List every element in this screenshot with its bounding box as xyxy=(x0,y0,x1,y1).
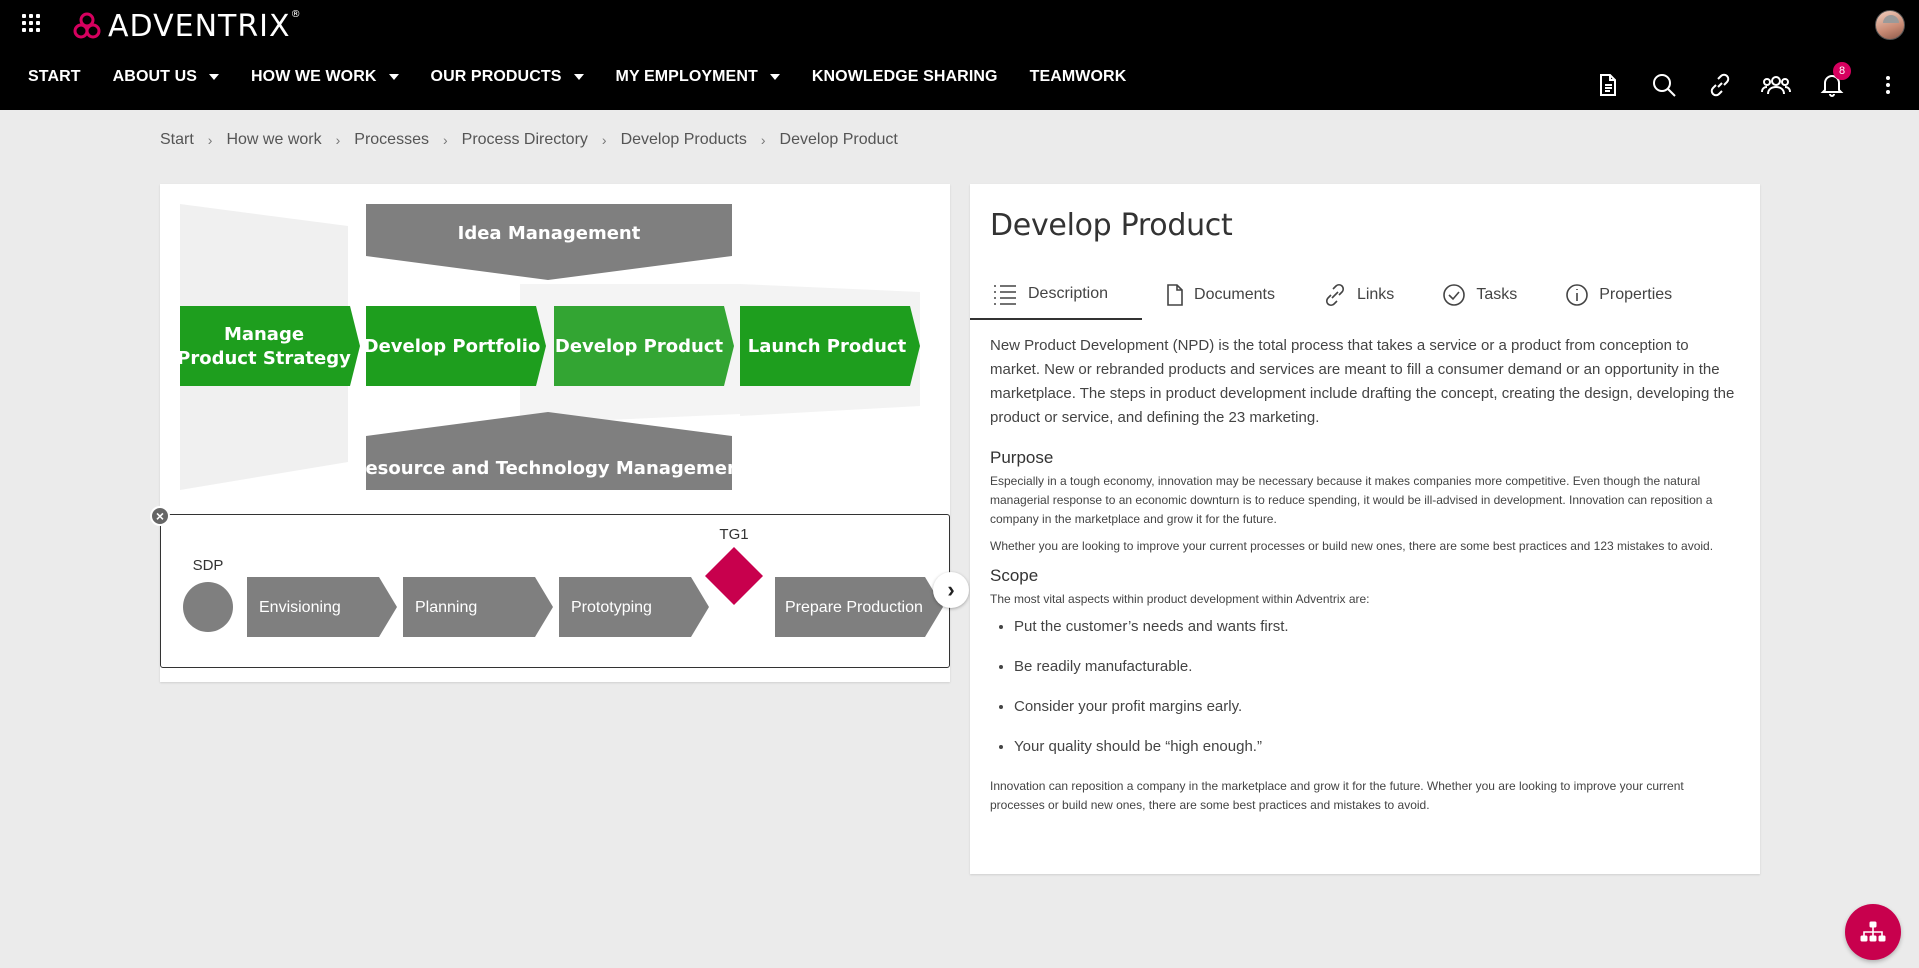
breadcrumb-process-directory[interactable]: Process Directory xyxy=(462,131,588,149)
chevron-right-icon: › xyxy=(442,132,448,148)
gate-tg1[interactable] xyxy=(705,547,763,605)
link-icon[interactable] xyxy=(1705,70,1735,100)
bell-icon[interactable]: 8 xyxy=(1817,62,1851,100)
chevron-right-icon: › xyxy=(601,132,607,148)
breadcrumb-how-we-work[interactable]: How we work xyxy=(226,131,321,149)
chevron-right-icon: › xyxy=(335,132,341,148)
phase-envisioning[interactable]: Envisioning xyxy=(247,577,397,637)
gate-label: TG1 xyxy=(719,526,748,543)
closing-paragraph: Innovation can reposition a company in t… xyxy=(990,779,1684,812)
logo-mark-icon xyxy=(73,12,101,39)
document-icon[interactable] xyxy=(1593,70,1623,100)
chevron-down-icon xyxy=(209,74,219,80)
tab-description[interactable]: Description xyxy=(970,270,1143,320)
list-item: Put the customer’s needs and wants first… xyxy=(1014,617,1740,637)
svg-text:Manage: Manage xyxy=(224,324,304,345)
nav-our-products[interactable]: OUR PRODUCTS xyxy=(431,68,584,86)
list-icon xyxy=(994,285,1016,305)
chevron-down-icon xyxy=(769,74,780,80)
nav-about-us[interactable]: ABOUT US xyxy=(113,68,219,86)
scope-intro: The most vital aspects within product de… xyxy=(990,592,1370,606)
page-title: Develop Product xyxy=(990,208,1233,243)
check-circle-icon xyxy=(1443,284,1466,306)
svg-text:Idea Management: Idea Management xyxy=(458,223,641,244)
nav-start[interactable]: START xyxy=(28,68,81,86)
map-node-develop-product[interactable]: Develop Product xyxy=(554,306,734,386)
brand-logo[interactable]: ADVENTRIX® xyxy=(72,8,302,44)
user-avatar[interactable] xyxy=(1875,10,1905,40)
phase-model: SDP Envisioning Planning Prototyping TG1… xyxy=(160,514,950,668)
tab-documents[interactable]: Documents xyxy=(1142,270,1299,320)
svg-text:Prototyping: Prototyping xyxy=(571,599,652,616)
process-map-card: Idea Management Resource and Technology … xyxy=(150,184,969,682)
breadcrumb: Start › How we work › Processes › Proces… xyxy=(160,131,898,149)
scope-list: Put the customer’s needs and wants first… xyxy=(1014,617,1740,757)
svg-text:Develop Product: Develop Product xyxy=(555,336,724,357)
list-item: Be readily manufacturable. xyxy=(1014,657,1740,677)
breadcrumb-develop-products[interactable]: Develop Products xyxy=(621,131,747,149)
tab-tasks[interactable]: Tasks xyxy=(1418,270,1541,320)
map-node-resource-technology[interactable]: Resource and Technology Management xyxy=(352,412,749,490)
svg-text:Planning: Planning xyxy=(415,599,477,616)
app-launcher-icon[interactable] xyxy=(22,14,40,32)
tab-properties[interactable]: Properties xyxy=(1541,270,1696,320)
info-icon xyxy=(1566,284,1589,306)
more-icon[interactable] xyxy=(1873,70,1903,100)
org-chart-button[interactable] xyxy=(1845,904,1901,960)
detail-tabs: Description Documents Links Tasks Proper… xyxy=(970,270,1760,320)
chevron-right-icon: › xyxy=(760,132,766,148)
main-navigation: START ABOUT US HOW WE WORK OUR PRODUCTS … xyxy=(28,68,1126,86)
nav-how-we-work[interactable]: HOW WE WORK xyxy=(251,68,399,86)
map-node-idea-management[interactable]: Idea Management xyxy=(366,204,732,280)
chevron-down-icon xyxy=(388,74,399,80)
breadcrumb-start[interactable]: Start xyxy=(160,131,194,149)
svg-text:Envisioning: Envisioning xyxy=(259,599,341,616)
svg-text:Product Strategy: Product Strategy xyxy=(177,348,351,369)
nav-my-employment[interactable]: MY EMPLOYMENT xyxy=(616,68,780,86)
svg-text:Prepare Production: Prepare Production xyxy=(785,599,923,616)
map-node-manage-product-strategy[interactable]: Manage Product Strategy xyxy=(177,306,360,386)
list-item: Your quality should be “high enough.” xyxy=(1014,737,1740,757)
purpose-heading: Purpose xyxy=(990,448,1054,467)
process-landscape: Idea Management Resource and Technology … xyxy=(177,204,920,490)
start-event[interactable] xyxy=(183,582,233,632)
list-item: Consider your profit margins early. xyxy=(1014,697,1740,717)
search-icon[interactable] xyxy=(1649,70,1679,100)
purpose-paragraph-1: Especially in a tough economy, innovatio… xyxy=(990,474,1713,526)
tab-links[interactable]: Links xyxy=(1299,270,1418,320)
phase-prototyping[interactable]: Prototyping xyxy=(559,577,709,637)
phase-prepare-production[interactable]: Prepare Production xyxy=(775,577,943,637)
map-node-launch-product[interactable]: Launch Product xyxy=(740,306,920,386)
team-icon[interactable] xyxy=(1761,70,1791,100)
purpose-paragraph-2: Whether you are looking to improve your … xyxy=(990,539,1714,553)
nav-teamwork[interactable]: TEAMWORK xyxy=(1030,68,1127,86)
notification-badge: 8 xyxy=(1833,62,1851,80)
phase-planning[interactable]: Planning xyxy=(403,577,553,637)
chevron-right-icon[interactable]: › xyxy=(933,572,969,608)
map-node-develop-portfolio[interactable]: Develop Portfolio xyxy=(364,306,546,386)
svg-text:Resource and Technology Manage: Resource and Technology Management xyxy=(352,458,749,479)
brand-name: ADVENTRIX® xyxy=(108,8,302,44)
chevron-down-icon xyxy=(573,74,584,80)
nav-knowledge-sharing[interactable]: KNOWLEDGE SHARING xyxy=(812,68,998,86)
detail-panel: Develop Product Description Documents Li… xyxy=(970,184,1760,874)
top-bar: ADVENTRIX® START ABOUT US HOW WE WORK OU… xyxy=(0,0,1919,110)
description-content: New Product Development (NPD) is the tot… xyxy=(990,334,1740,823)
close-icon[interactable]: × xyxy=(150,506,170,526)
svg-text:Launch Product: Launch Product xyxy=(748,336,907,357)
scope-heading: Scope xyxy=(990,566,1039,585)
breadcrumb-processes[interactable]: Processes xyxy=(354,131,429,149)
file-icon xyxy=(1167,284,1183,306)
start-event-label: SDP xyxy=(193,557,224,574)
org-chart-icon xyxy=(1860,921,1886,942)
intro-paragraph: New Product Development (NPD) is the tot… xyxy=(990,337,1735,426)
chevron-right-icon: › xyxy=(207,132,213,148)
toolbar: 8 xyxy=(1593,62,1903,100)
link-icon xyxy=(1325,283,1344,307)
breadcrumb-current: Develop Product xyxy=(779,131,898,148)
svg-text:Develop Portfolio: Develop Portfolio xyxy=(364,336,541,357)
